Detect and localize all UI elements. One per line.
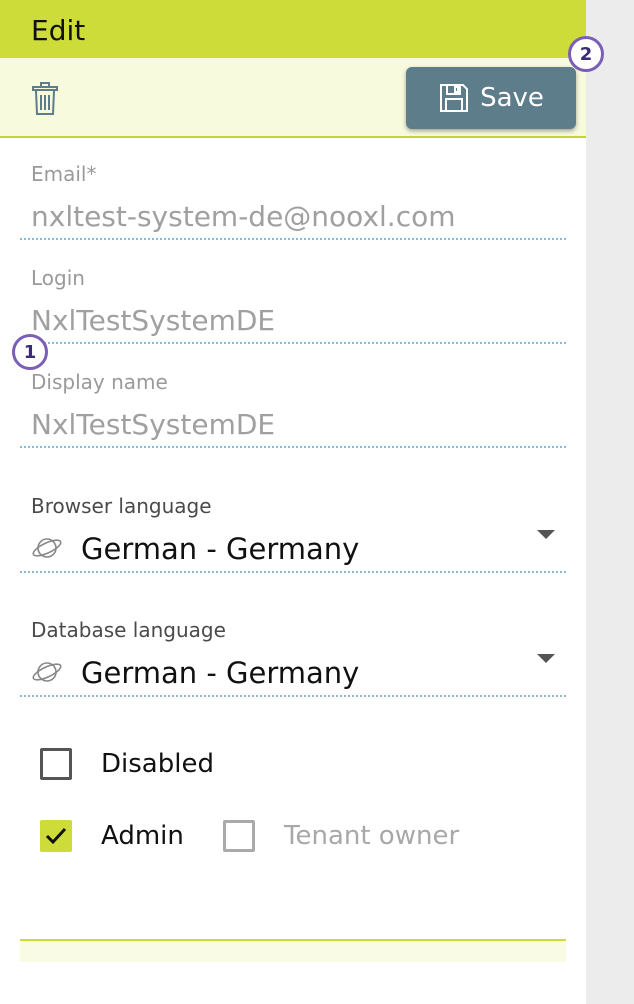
database-language-value: German - Germany	[81, 656, 360, 690]
tenant-owner-label: Tenant owner	[284, 821, 460, 851]
save-button-label: Save	[480, 83, 544, 113]
marker-1: 1	[12, 334, 48, 370]
email-field[interactable]: Email* nxltest-system-de@nooxl.com	[20, 160, 566, 244]
login-label: Login	[31, 266, 85, 290]
disabled-checkbox[interactable]	[40, 748, 72, 780]
login-value[interactable]: NxlTestSystemDE	[31, 304, 275, 337]
tenant-owner-checkbox[interactable]	[223, 820, 255, 852]
browser-language-label: Browser language	[31, 494, 212, 518]
header-bar: Edit	[0, 0, 586, 58]
database-language-underline	[20, 695, 566, 697]
page-title: Edit	[31, 14, 86, 47]
admin-label: Admin	[101, 821, 184, 851]
login-underline	[20, 342, 566, 344]
trash-icon[interactable]	[31, 82, 59, 116]
admin-checkbox[interactable]	[40, 820, 72, 852]
browser-language-underline	[20, 571, 566, 573]
chevron-down-icon[interactable]	[537, 654, 555, 663]
planet-icon	[31, 659, 63, 685]
email-label: Email*	[31, 162, 97, 186]
marker-2: 2	[568, 36, 604, 72]
email-value[interactable]: nxltest-system-de@nooxl.com	[31, 200, 456, 233]
edit-panel: Edit Save Email* nxltest-system-de@nooxl…	[0, 0, 586, 1004]
toolbar: Save	[0, 58, 586, 138]
checkmark-icon	[45, 827, 67, 845]
display-name-value[interactable]: NxlTestSystemDE	[31, 408, 275, 441]
browser-language-select[interactable]: Browser language German - Germany	[20, 492, 566, 576]
display-name-field[interactable]: Display name NxlTestSystemDE	[20, 368, 566, 452]
footer-bar	[20, 941, 566, 962]
chevron-down-icon[interactable]	[537, 530, 555, 539]
display-name-underline	[20, 446, 566, 448]
email-underline	[20, 238, 566, 240]
floppy-disk-icon	[440, 84, 469, 112]
planet-icon	[31, 535, 63, 561]
database-language-label: Database language	[31, 618, 226, 642]
database-language-select[interactable]: Database language German - Germany	[20, 616, 566, 700]
display-name-label: Display name	[31, 370, 168, 394]
disabled-label: Disabled	[101, 749, 214, 779]
browser-language-value: German - Germany	[81, 532, 360, 566]
login-field[interactable]: Login NxlTestSystemDE	[20, 264, 566, 348]
save-button[interactable]: Save	[406, 67, 576, 129]
